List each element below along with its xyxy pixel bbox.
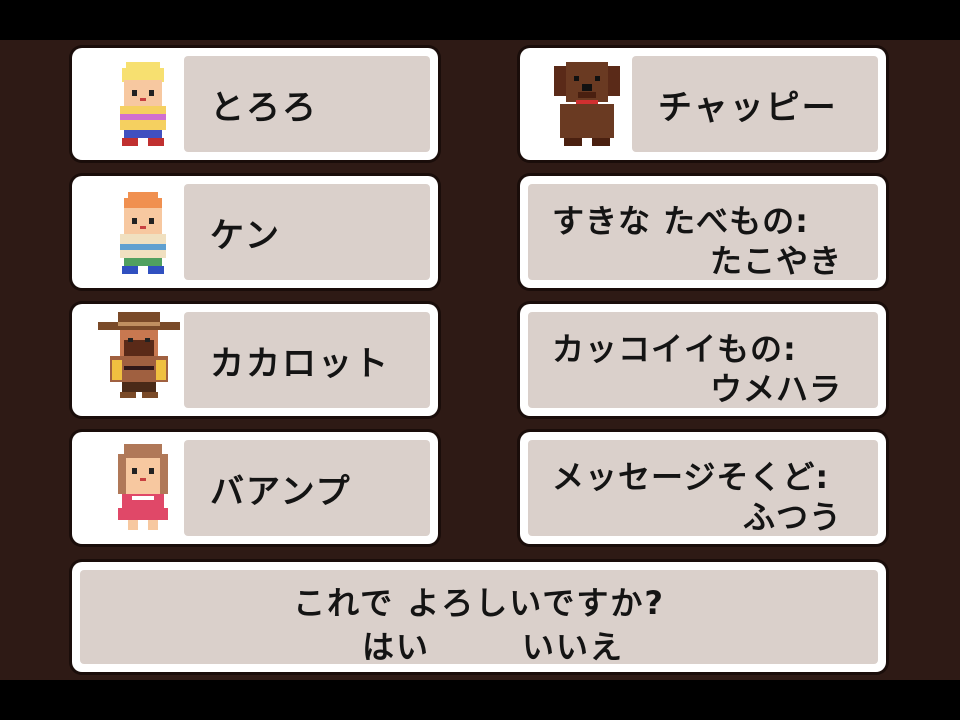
- character-name-box-2: ケン: [184, 184, 430, 280]
- dog-name-box: チャッピー: [632, 56, 878, 152]
- brown-dog-sprite-icon: [554, 62, 620, 146]
- yes-button[interactable]: はい: [362, 622, 430, 668]
- character-name-3: カカロット: [210, 343, 390, 384]
- dog-name: チャッピー: [658, 87, 838, 128]
- favorite-food-value: たこやき: [709, 242, 842, 280]
- orange-haired-boy-sprite-icon: [120, 192, 166, 274]
- character-panel-4[interactable]: バアンプ: [72, 432, 438, 544]
- character-panel-1[interactable]: とろろ: [72, 48, 438, 160]
- character-name-2: ケン: [210, 215, 281, 256]
- character-name-box-4: バアンプ: [184, 440, 430, 536]
- cowboy-sprite-icon: [98, 312, 180, 398]
- no-button[interactable]: いいえ: [522, 622, 624, 668]
- character-name-box-3: カカロット: [184, 312, 430, 408]
- character-name-box-1: とろろ: [184, 56, 430, 152]
- girl-pink-dress-sprite-icon: [118, 444, 168, 530]
- character-panel-3[interactable]: カカロット: [72, 304, 438, 416]
- confirmation-box: これで よろしいですか? はい いいえ: [80, 570, 878, 666]
- message-speed-panel[interactable]: メッセージそくど: ふつう: [520, 432, 886, 544]
- character-panel-2[interactable]: ケン: [72, 176, 438, 288]
- favorite-food-box: すきな たべもの: たこやき: [528, 184, 878, 280]
- character-name-4: バアンプ: [210, 471, 352, 512]
- blond-boy-sprite-icon: [120, 62, 166, 146]
- cool-thing-value: ウメハラ: [709, 370, 842, 408]
- message-speed-box: メッセージそくど: ふつう: [528, 440, 878, 536]
- confirmation-question: これで よろしいですか?: [293, 584, 665, 622]
- favorite-food-panel[interactable]: すきな たべもの: たこやき: [520, 176, 886, 288]
- message-speed-value: ふつう: [742, 498, 842, 536]
- cool-thing-box: カッコイイもの: ウメハラ: [528, 312, 878, 408]
- confirmation-panel: これで よろしいですか? はい いいえ: [72, 562, 886, 672]
- cool-thing-panel[interactable]: カッコイイもの: ウメハラ: [520, 304, 886, 416]
- dog-panel[interactable]: チャッピー: [520, 48, 886, 160]
- naming-confirmation-screen: とろろ ケン カカロット バアンプ チャッピー すきな たべもの: たこやき カ…: [0, 40, 960, 680]
- character-name-1: とろろ: [210, 87, 318, 128]
